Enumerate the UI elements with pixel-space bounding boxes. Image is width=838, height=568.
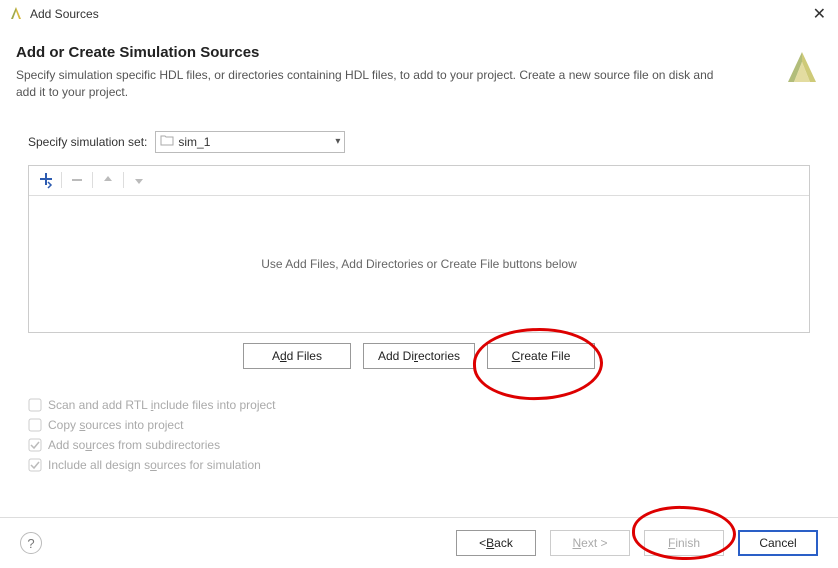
create-file-button[interactable]: Create File — [487, 343, 595, 369]
add-button[interactable] — [33, 167, 59, 193]
separator — [61, 172, 62, 188]
remove-button — [64, 167, 90, 193]
move-up-button — [95, 167, 121, 193]
file-list-empty-text: Use Add Files, Add Directories or Create… — [29, 196, 809, 332]
scan-rtl-checkbox: Scan and add RTL include files into proj… — [28, 395, 810, 415]
vivado-logo-icon — [782, 48, 822, 91]
options: Scan and add RTL include files into proj… — [28, 395, 810, 475]
header: Add or Create Simulation Sources Specify… — [0, 28, 838, 111]
cancel-button[interactable]: Cancel — [738, 530, 818, 556]
separator — [92, 172, 93, 188]
footer: ? < Back Next > Finish Cancel — [0, 517, 838, 568]
next-button: Next > — [550, 530, 630, 556]
close-icon[interactable]: ✕ — [809, 4, 830, 24]
add-directories-button[interactable]: Add Directories — [363, 343, 475, 369]
back-button[interactable]: < Back — [456, 530, 536, 556]
page-description: Specify simulation specific HDL files, o… — [16, 67, 736, 101]
copy-sources-checkbox: Copy sources into project — [28, 415, 810, 435]
simset-dropdown[interactable]: sim_1 ▾ — [155, 131, 345, 153]
finish-button: Finish — [644, 530, 724, 556]
include-design-sources-checkbox: Include all design sources for simulatio… — [28, 455, 810, 475]
titlebar: Add Sources ✕ — [0, 0, 838, 28]
add-files-button[interactable]: Add Files — [243, 343, 351, 369]
add-subdirectories-checkbox: Add sources from subdirectories — [28, 435, 810, 455]
app-icon — [8, 6, 24, 22]
move-down-button — [126, 167, 152, 193]
file-list-toolbar — [29, 166, 809, 196]
file-list-frame: Use Add Files, Add Directories or Create… — [28, 165, 810, 333]
folder-icon — [160, 134, 174, 149]
chevron-down-icon: ▾ — [335, 136, 340, 147]
simset-label: Specify simulation set: — [28, 135, 147, 149]
help-button[interactable]: ? — [20, 532, 42, 554]
separator — [123, 172, 124, 188]
simset-value: sim_1 — [178, 135, 331, 149]
window-title: Add Sources — [30, 7, 99, 21]
page-title: Add or Create Simulation Sources — [16, 44, 822, 61]
